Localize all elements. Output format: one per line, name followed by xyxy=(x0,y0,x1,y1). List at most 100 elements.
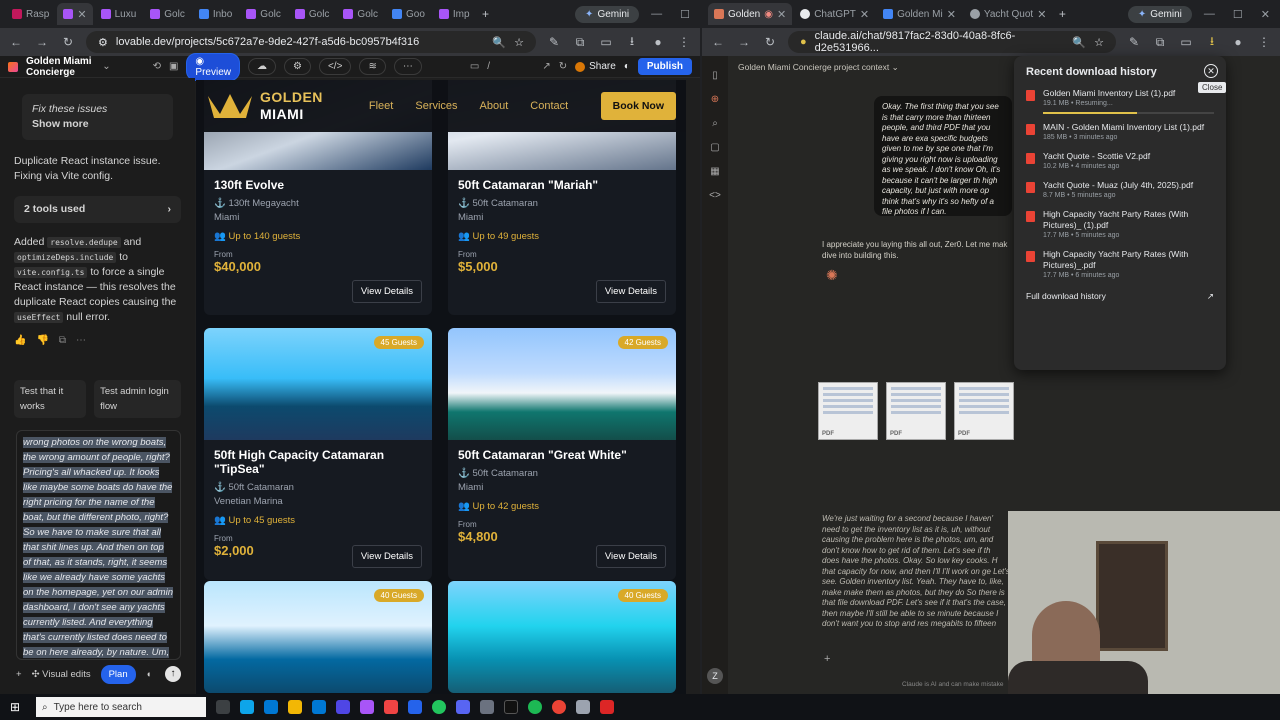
photoshop-icon[interactable] xyxy=(360,700,374,714)
new-tab-button[interactable]: + xyxy=(1054,7,1070,21)
download-icon[interactable]: ⭳ xyxy=(1204,32,1220,53)
tab[interactable]: Golden Mi ✕ xyxy=(877,3,962,25)
chat-input[interactable]: wrong photos on the wrong boats, the wro… xyxy=(16,430,181,660)
profile-avatar[interactable]: ● xyxy=(650,35,666,49)
publish-button[interactable]: Publish xyxy=(637,58,692,75)
tab-active[interactable]: Golden ◉ ✕ xyxy=(708,3,793,25)
suggestion-test-works[interactable]: Test that it works xyxy=(14,380,87,418)
copilot-icon[interactable] xyxy=(240,700,254,714)
fix-issues-card[interactable]: Fix these issues Show more xyxy=(22,94,173,140)
extensions-icon[interactable]: ⧉ xyxy=(1152,35,1168,50)
full-history-link[interactable]: Full download history ↗ xyxy=(1026,291,1214,302)
reload-icon[interactable]: ↻ xyxy=(762,35,778,49)
tab[interactable]: Golc xyxy=(240,3,287,25)
tab[interactable]: Inbo xyxy=(193,3,238,25)
extension-pen-icon[interactable]: ✎ xyxy=(1126,35,1142,49)
url-field[interactable]: ⚙ lovable.dev/projects/5c672a7e-9de2-427f… xyxy=(86,31,536,53)
download-item[interactable]: Golden Miami Inventory List (1).pdf 19.1 … xyxy=(1026,88,1214,114)
project-name[interactable]: Golden Miami Concierge xyxy=(26,56,94,78)
edge-icon[interactable] xyxy=(264,700,278,714)
bookmark-star-icon[interactable]: ☆ xyxy=(514,36,524,49)
message-composer[interactable]: We're just waiting for a second because … xyxy=(822,514,1010,646)
zoom-icon[interactable]: 🔍 xyxy=(492,36,506,49)
route-path[interactable]: / xyxy=(487,61,516,72)
download-item[interactable]: Yacht Quote - Muaz (July 4th, 2025).pdf 8… xyxy=(1026,180,1214,201)
tab[interactable]: Golc xyxy=(289,3,336,25)
gemini-button[interactable]: ✦ Gemini xyxy=(1127,5,1192,23)
projects-icon[interactable]: ▦ xyxy=(702,160,728,184)
sidebar-toggle-icon[interactable]: ▯ xyxy=(702,64,728,88)
new-chat-icon[interactable]: ⊕ xyxy=(702,88,728,112)
suggestion-admin-login[interactable]: Test admin login flow xyxy=(94,380,181,418)
download-icon[interactable]: ⭳ xyxy=(624,32,640,53)
download-item[interactable]: Yacht Quote - Scottie V2.pdf 10.2 MB • 4 … xyxy=(1026,151,1214,172)
url-field[interactable]: ● claude.ai/chat/9817fac2-83d0-40a8-8fc6-… xyxy=(788,30,1116,54)
maximize-icon[interactable]: ☐ xyxy=(1233,8,1243,21)
plan-toggle[interactable]: Plan xyxy=(100,664,136,684)
close-tab-icon[interactable]: ✕ xyxy=(947,8,956,21)
view-details-button[interactable]: View Details xyxy=(351,545,422,568)
nav-contact[interactable]: Contact xyxy=(530,100,568,112)
tab[interactable]: Goo xyxy=(386,3,431,25)
analytics-icon[interactable]: ≋ xyxy=(359,58,386,75)
extension-pen-icon[interactable]: ✎ xyxy=(546,35,562,49)
view-details-button[interactable]: View Details xyxy=(595,545,666,568)
more-icon[interactable]: ⋯ xyxy=(393,58,422,75)
share-button[interactable]: Share xyxy=(575,61,616,72)
tab[interactable]: Imp xyxy=(433,3,476,25)
refresh-icon[interactable]: ↻ xyxy=(559,61,567,72)
download-item[interactable]: High Capacity Yacht Party Rates (With Pi… xyxy=(1026,209,1214,241)
back-icon[interactable]: ← xyxy=(710,35,726,49)
thumbs-up-icon[interactable]: 👍 xyxy=(14,333,26,348)
recorder-icon[interactable] xyxy=(600,700,614,714)
outlook-icon[interactable] xyxy=(312,700,326,714)
taskbar-search[interactable]: ⌕ Type here to search xyxy=(36,697,206,717)
minimize-icon[interactable]: — xyxy=(651,8,662,21)
close-tab-icon[interactable]: ✕ xyxy=(77,8,86,21)
thumbs-down-icon[interactable]: 👎 xyxy=(36,333,48,348)
device-icon[interactable]: ▭ xyxy=(470,61,479,72)
tools-used-toggle[interactable]: 2 tools used › xyxy=(14,196,181,223)
tab[interactable]: Golc xyxy=(144,3,191,25)
tab[interactable]: Luxu xyxy=(95,3,143,25)
send-button[interactable]: ↑ xyxy=(165,666,181,682)
pdf-thumbnail[interactable]: PDF xyxy=(886,382,946,440)
nav-services[interactable]: Services xyxy=(415,100,457,112)
reload-icon[interactable]: ↻ xyxy=(60,35,76,49)
history-icon[interactable]: ⟲ xyxy=(153,61,161,72)
user-avatar[interactable]: Z xyxy=(707,668,723,684)
download-item[interactable]: High Capacity Yacht Party Rates (With Pi… xyxy=(1026,249,1214,281)
task-view-icon[interactable] xyxy=(216,700,230,714)
close-window-icon[interactable]: ✕ xyxy=(1261,8,1270,21)
forward-icon[interactable]: → xyxy=(736,35,752,49)
site-info-icon[interactable]: ⚙ xyxy=(98,36,108,49)
book-now-button[interactable]: Book Now xyxy=(600,92,676,120)
sidepanel-icon[interactable]: ▭ xyxy=(598,35,614,49)
pdf-thumbnail[interactable]: PDF xyxy=(818,382,878,440)
visual-edits-button[interactable]: ✣ Visual edits xyxy=(32,667,91,682)
tab[interactable]: Rasp xyxy=(6,3,55,25)
github-icon[interactable]: ◐ xyxy=(624,61,630,72)
windows-start-icon[interactable]: ⊞ xyxy=(10,700,20,714)
new-tab-button[interactable]: + xyxy=(478,7,494,21)
download-item[interactable]: MAIN - Golden Miami Inventory List (1).p… xyxy=(1026,122,1214,143)
close-icon[interactable]: ✕ xyxy=(1204,64,1218,78)
project-context-link[interactable]: Golden Miami Concierge project context ⌄ xyxy=(738,62,899,73)
forward-icon[interactable]: → xyxy=(34,35,50,49)
view-details-button[interactable]: View Details xyxy=(351,280,422,303)
store-icon[interactable] xyxy=(336,700,350,714)
menu-icon[interactable]: ⋮ xyxy=(676,35,692,49)
tab[interactable]: Golc xyxy=(337,3,384,25)
artifacts-icon[interactable]: <> xyxy=(702,184,728,208)
teams-icon[interactable] xyxy=(408,700,422,714)
voice-icon[interactable]: ◖ xyxy=(146,667,152,682)
extensions-icon[interactable]: ⧉ xyxy=(572,35,588,50)
chats-icon[interactable]: ▢ xyxy=(702,136,728,160)
sidepanel-icon[interactable]: ▭ xyxy=(1178,35,1194,49)
open-new-icon[interactable]: ↗ xyxy=(542,61,550,72)
nav-about[interactable]: About xyxy=(480,100,509,112)
close-tab-icon[interactable]: ✕ xyxy=(777,8,786,21)
code-icon[interactable]: </> xyxy=(318,58,352,75)
preview-button[interactable]: ◉ Preview xyxy=(186,52,240,81)
maximize-icon[interactable]: ☐ xyxy=(680,8,690,21)
